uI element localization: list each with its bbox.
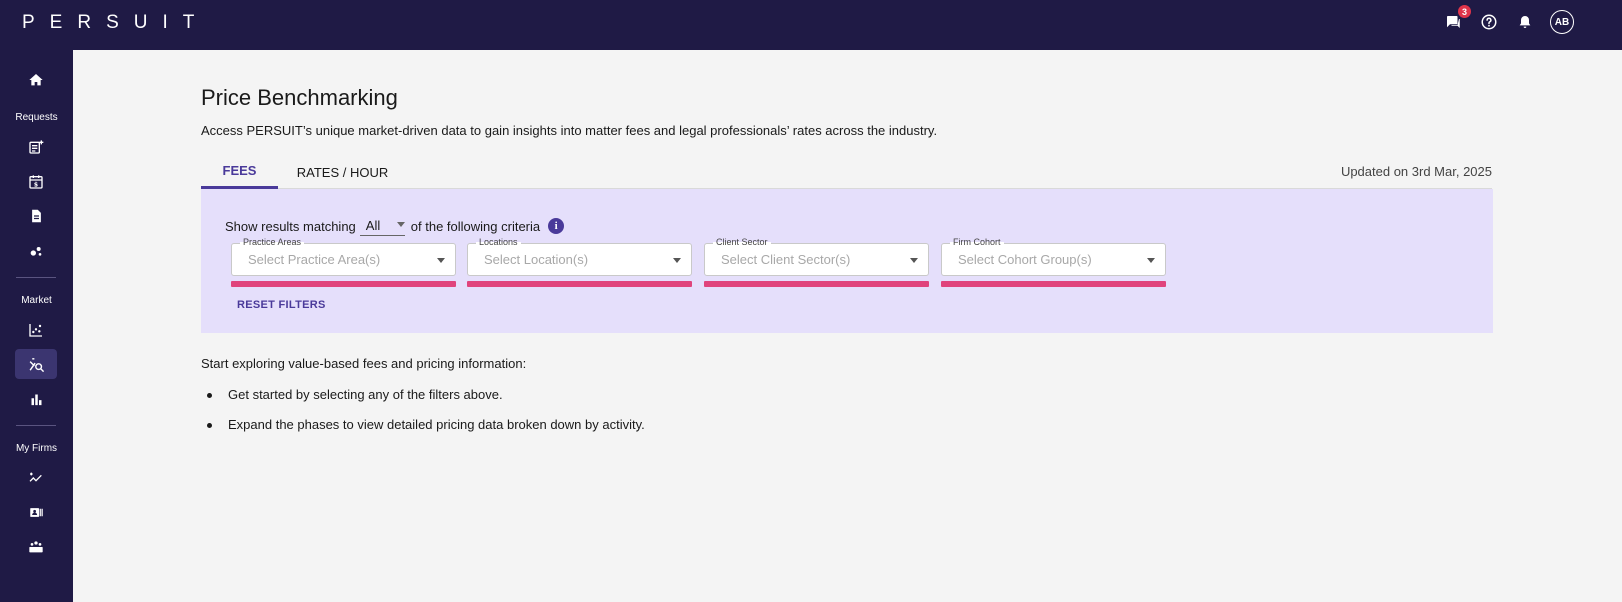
sidebar-item-market-scatter[interactable] bbox=[15, 315, 57, 345]
document-icon bbox=[31, 209, 41, 223]
practice-areas-label: Practice Areas bbox=[240, 237, 305, 247]
new-request-icon bbox=[29, 140, 44, 154]
practice-areas-placeholder: Select Practice Area(s) bbox=[248, 252, 381, 267]
chevron-down-icon bbox=[437, 258, 445, 263]
practice-areas-select[interactable]: Practice Areas Select Practice Area(s) bbox=[231, 237, 456, 276]
sidebar-item-home[interactable] bbox=[15, 65, 57, 95]
firm-cohort-select[interactable]: Firm Cohort Select Cohort Group(s) bbox=[941, 237, 1166, 276]
sidebar-item-firm-team[interactable] bbox=[15, 532, 57, 562]
criteria-prefix: Show results matching bbox=[225, 218, 356, 234]
sidebar-item-market-bars[interactable] bbox=[15, 384, 57, 414]
sidebar-divider bbox=[16, 425, 56, 426]
svg-text:$: $ bbox=[34, 182, 38, 189]
sidebar-nav: Requests $ Market My Firms bbox=[0, 50, 73, 602]
list-item: Get started by selecting any of the filt… bbox=[201, 380, 645, 410]
trending-icon bbox=[29, 472, 42, 482]
sidebar-section-my-firms: My Firms bbox=[15, 443, 58, 454]
criteria-row: Show results matching All of the followi… bbox=[225, 216, 565, 236]
reset-filters-button[interactable]: RESET FILTERS bbox=[237, 299, 326, 311]
sidebar-item-price-benchmarking[interactable] bbox=[15, 349, 57, 379]
billing-calendar-icon: $ bbox=[29, 175, 43, 189]
chevron-down-icon bbox=[910, 258, 918, 263]
locations-placeholder: Select Location(s) bbox=[484, 252, 589, 267]
tab-rates-per-hour[interactable]: RATES / HOUR bbox=[278, 155, 407, 189]
info-icon[interactable]: i bbox=[548, 218, 565, 234]
messages-icon[interactable]: 3 bbox=[1442, 5, 1471, 33]
intro-heading: Start exploring value-based fees and pri… bbox=[201, 356, 527, 371]
match-mode-value: All bbox=[365, 218, 381, 233]
top-actions: 3 AB bbox=[1442, 5, 1574, 34]
firm-cohort-label: Firm Cohort bbox=[950, 237, 1004, 247]
tab-fees[interactable]: FEES bbox=[201, 155, 278, 189]
match-mode-select[interactable]: All bbox=[359, 216, 405, 236]
practice-areas-underline bbox=[231, 281, 456, 287]
sidebar-item-new-request[interactable] bbox=[15, 132, 57, 162]
help-icon[interactable] bbox=[1478, 11, 1500, 33]
user-avatar[interactable]: AB bbox=[1550, 10, 1574, 34]
analytics-icon bbox=[30, 247, 42, 256]
bell-icon[interactable] bbox=[1514, 11, 1536, 33]
page-title: Price Benchmarking bbox=[201, 85, 398, 110]
price-benchmark-icon bbox=[29, 357, 44, 372]
sidebar-item-analytics[interactable] bbox=[15, 236, 57, 266]
client-sector-select[interactable]: Client Sector Select Client Sector(s) bbox=[704, 237, 929, 276]
tab-bar: FEES RATES / HOUR bbox=[201, 155, 1492, 189]
sidebar-section-requests: Requests bbox=[15, 112, 58, 123]
chevron-down-icon bbox=[1147, 258, 1155, 263]
sidebar-item-documents[interactable] bbox=[15, 201, 57, 231]
locations-select[interactable]: Locations Select Location(s) bbox=[467, 237, 692, 276]
firm-card-icon bbox=[29, 507, 43, 517]
notification-badge: 3 bbox=[1458, 5, 1471, 18]
team-icon bbox=[29, 541, 43, 553]
filter-panel: Show results matching All of the followi… bbox=[201, 189, 1493, 333]
locations-label: Locations bbox=[476, 237, 521, 247]
list-item: Expand the phases to view detailed prici… bbox=[201, 410, 645, 440]
home-icon bbox=[29, 74, 43, 86]
top-bar: PERSUIT 3 AB bbox=[0, 0, 1622, 50]
chevron-down-icon bbox=[673, 258, 681, 263]
client-sector-label: Client Sector bbox=[713, 237, 771, 247]
sidebar-item-firm-trends[interactable] bbox=[15, 463, 57, 493]
scatter-chart-icon bbox=[29, 324, 42, 337]
intro-list: Get started by selecting any of the filt… bbox=[201, 380, 645, 440]
page-description: Access PERSUIT’s unique market-driven da… bbox=[201, 123, 938, 138]
last-updated-text: Updated on 3rd Mar, 2025 bbox=[1340, 164, 1492, 179]
sidebar-section-market: Market bbox=[21, 295, 52, 306]
firm-cohort-underline bbox=[941, 281, 1166, 287]
client-sector-placeholder: Select Client Sector(s) bbox=[721, 252, 851, 267]
criteria-suffix: of the following criteria bbox=[410, 218, 541, 234]
client-sector-underline bbox=[704, 281, 929, 287]
sidebar-item-firm-cards[interactable] bbox=[15, 497, 57, 527]
firm-cohort-placeholder: Select Cohort Group(s) bbox=[958, 252, 1092, 267]
chevron-down-icon bbox=[396, 222, 405, 227]
bar-chart-icon bbox=[31, 394, 41, 405]
locations-underline bbox=[467, 281, 692, 287]
sidebar-item-billing[interactable]: $ bbox=[15, 167, 57, 197]
persuit-logo[interactable]: PERSUIT bbox=[22, 12, 209, 34]
sidebar-divider bbox=[16, 277, 56, 278]
